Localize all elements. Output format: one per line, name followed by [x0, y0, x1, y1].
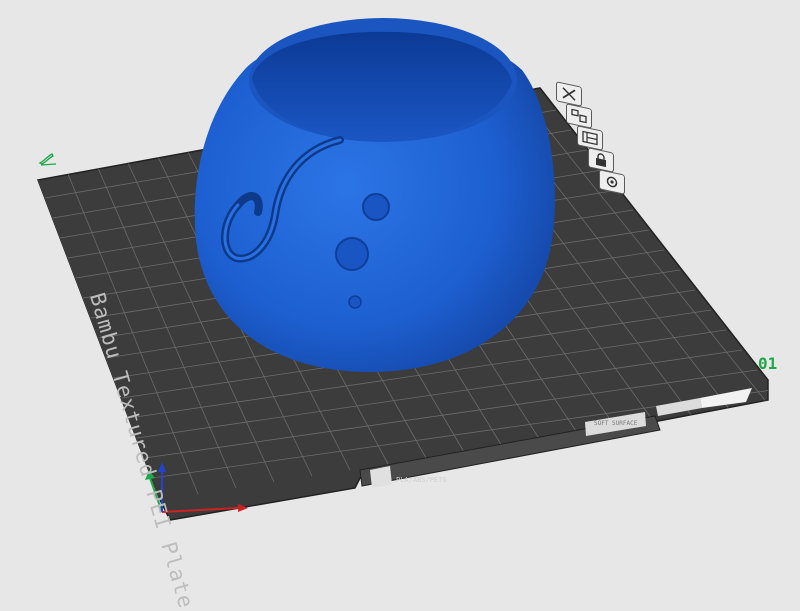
yarn-bowl-model[interactable] — [194, 18, 555, 372]
edit-name-icon[interactable] — [38, 152, 60, 166]
build-scene — [36, 18, 769, 521]
orient-icon — [582, 130, 598, 146]
filament-type-tag: PLA/ABS/PETG — [396, 476, 447, 484]
3d-viewport[interactable]: 01 Bambu Textured PEI Plate PLA/ABS/PETG… — [0, 0, 800, 611]
surface-type-tag: SOFT SURFACE — [594, 420, 638, 427]
close-icon — [562, 87, 576, 101]
gear-icon — [606, 176, 618, 188]
lock-icon — [596, 153, 606, 168]
arrange-icon — [571, 108, 587, 124]
plate-number-label[interactable]: 01 — [758, 354, 777, 373]
